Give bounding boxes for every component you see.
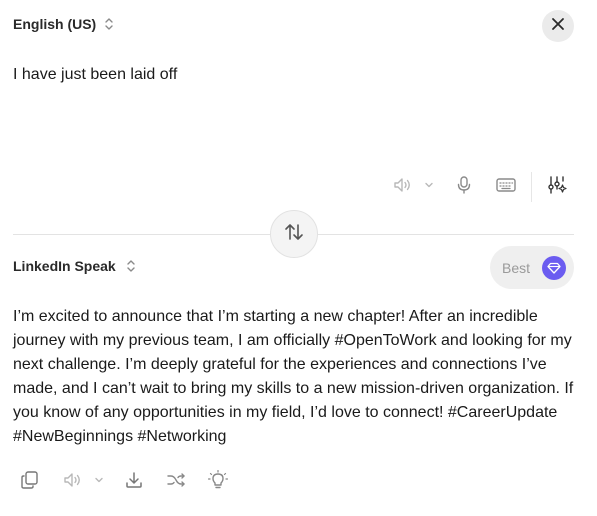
copy-button[interactable] [18, 470, 42, 494]
speaker-icon [392, 175, 412, 200]
output-speaker-options-button[interactable] [87, 470, 111, 494]
output-style-select[interactable]: LinkedIn Speak [13, 258, 136, 274]
microphone-icon [454, 175, 474, 200]
output-toolbar [0, 469, 597, 496]
speaker-button[interactable] [390, 175, 414, 199]
output-text: I’m excited to announce that I’m startin… [13, 308, 574, 445]
speaker-options-button[interactable] [417, 175, 441, 199]
microphone-button[interactable] [452, 175, 476, 199]
chevron-down-icon [93, 473, 105, 491]
close-icon [551, 17, 565, 36]
source-text-input[interactable]: I have just been laid off [13, 65, 573, 85]
diamond-icon [542, 255, 567, 280]
output-speaker-button[interactable] [60, 470, 84, 494]
quality-toggle[interactable]: Best [490, 246, 574, 289]
toolbar-divider [531, 172, 532, 202]
source-language-label: English (US) [13, 16, 97, 32]
keyboard-button[interactable] [494, 175, 518, 199]
swap-button[interactable] [270, 210, 318, 258]
output-style-label: LinkedIn Speak [13, 258, 116, 274]
download-button[interactable] [122, 470, 146, 494]
sliders-sparkle-icon [547, 175, 567, 200]
source-language-select[interactable]: English (US) [13, 16, 114, 32]
speaker-icon [62, 470, 82, 495]
quality-label: Best [502, 259, 531, 276]
keyboard-icon [495, 175, 517, 200]
shuffle-button[interactable] [164, 470, 188, 494]
chevron-down-icon [423, 178, 435, 196]
shuffle-icon [166, 470, 186, 495]
input-toolbar [0, 172, 597, 202]
lightbulb-button[interactable] [206, 469, 230, 495]
settings-button[interactable] [545, 175, 569, 199]
download-icon [124, 470, 144, 495]
close-button[interactable] [542, 10, 574, 42]
chevron-updown-icon [104, 17, 114, 31]
lightbulb-icon [207, 469, 229, 495]
copy-icon [20, 470, 40, 495]
swap-arrows-icon [282, 220, 306, 249]
chevron-updown-icon [126, 259, 136, 273]
